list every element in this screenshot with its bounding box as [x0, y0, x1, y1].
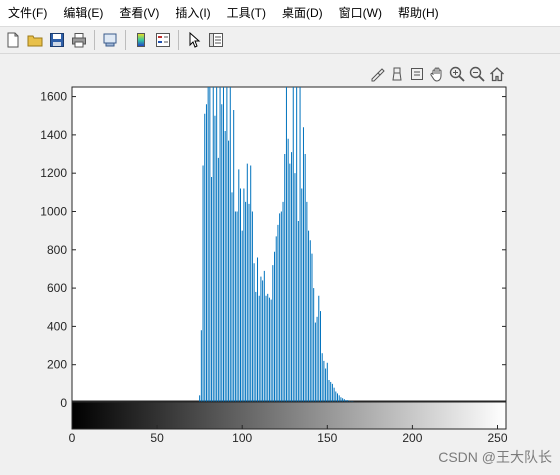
y-tick-label: 1000 [40, 204, 67, 218]
y-tick-label: 200 [47, 358, 67, 372]
y-tick-label: 800 [47, 243, 67, 257]
y-tick-label: 600 [47, 281, 67, 295]
x-tick-label: 50 [150, 431, 164, 445]
y-tick-label: 1400 [40, 128, 67, 142]
x-tick-label: 250 [487, 431, 507, 445]
plot-area[interactable] [71, 86, 507, 402]
x-tick-label: 100 [232, 431, 252, 445]
y-tick-label: 0 [60, 396, 67, 410]
y-tick-label: 400 [47, 319, 67, 333]
x-tick-label: 150 [317, 431, 337, 445]
grayscale-colorbar [71, 401, 507, 430]
histogram-figure: 0 200 400 600 800 1000 1200 1400 1600 0 50 100 150 2… [40, 86, 508, 445]
x-tick-label: 200 [402, 431, 422, 445]
x-tick-label: 0 [69, 431, 76, 445]
y-tick-label: 1200 [40, 166, 67, 180]
watermark: CSDN @王大队长 [438, 449, 552, 465]
y-tick-label: 1600 [40, 90, 67, 104]
